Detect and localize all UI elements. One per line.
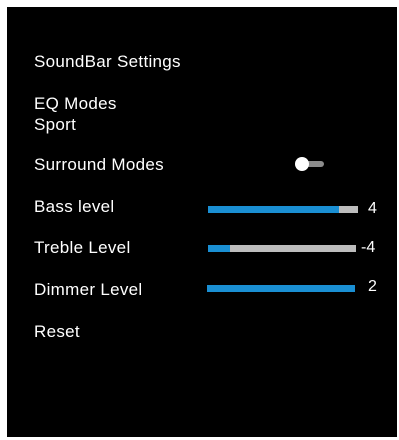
treble-value: -4	[361, 239, 376, 256]
bass-value: 4	[368, 200, 377, 217]
dimmer-slider-fill	[207, 285, 355, 292]
soundbar-settings-panel: SoundBar Settings EQ Modes Sport Surroun…	[7, 7, 397, 437]
surround-modes-label[interactable]: Surround Modes	[34, 155, 164, 175]
treble-level-label[interactable]: Treble Level	[34, 238, 131, 258]
bass-level-label[interactable]: Bass level	[34, 197, 114, 217]
reset-button[interactable]: Reset	[34, 322, 80, 342]
treble-slider-fill	[208, 245, 231, 252]
surround-toggle[interactable]	[295, 157, 325, 171]
eq-modes-value[interactable]: Sport	[34, 115, 76, 135]
treble-slider[interactable]	[208, 245, 356, 252]
dimmer-value: 2	[368, 278, 377, 295]
bass-slider[interactable]	[208, 206, 358, 213]
toggle-knob	[295, 157, 309, 171]
eq-modes-label[interactable]: EQ Modes	[34, 94, 117, 114]
menu-title: SoundBar Settings	[34, 52, 181, 71]
dimmer-slider[interactable]	[207, 285, 355, 292]
dimmer-level-label[interactable]: Dimmer Level	[34, 280, 142, 300]
bass-slider-fill	[208, 206, 339, 213]
